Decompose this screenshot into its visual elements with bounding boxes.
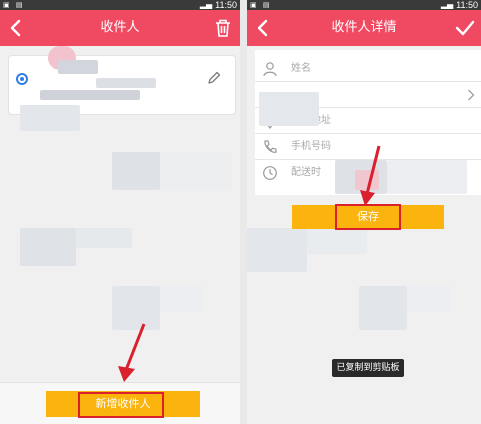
field-label: 手机号码 — [291, 141, 331, 152]
status-time: 11:50 — [215, 0, 237, 10]
mosaic-block — [387, 160, 467, 194]
page-title: 收件人 — [100, 20, 140, 35]
person-icon — [263, 62, 277, 77]
field-label: 配送时 — [291, 167, 321, 178]
mosaic-block — [112, 152, 160, 190]
mosaic-block — [160, 152, 232, 190]
recipient-detail-screen: ▣ ▤ ▂▄ 11:50 收件人详情 姓名 详细地址 手机号码 配送时 — [247, 0, 481, 424]
name-field[interactable]: 姓名 — [255, 56, 481, 82]
blurred-text — [96, 78, 156, 88]
phone-icon — [264, 140, 277, 153]
page-title: 收件人详情 — [331, 20, 397, 35]
mosaic-block — [160, 286, 204, 312]
status-bar: ▣ ▤ ▂▄ 11:50 — [247, 0, 481, 10]
clock-icon — [263, 166, 277, 180]
top-bar: 收件人 — [0, 10, 240, 46]
mosaic-block — [407, 286, 451, 312]
checkmark-icon[interactable] — [455, 19, 475, 37]
status-bar: ▣ ▤ ▂▄ 11:50 — [0, 0, 240, 10]
mosaic-block — [20, 105, 80, 131]
trash-icon[interactable] — [214, 18, 232, 38]
chevron-right-icon — [468, 89, 475, 101]
mosaic-block — [359, 286, 407, 330]
field-label: 姓名 — [291, 63, 311, 74]
save-button[interactable]: 保存 — [292, 205, 444, 229]
annotation-arrow — [360, 145, 381, 206]
recipient-list-screen: ▣ ▤ ▂▄ 11:50 收件人 新增收件人 — [0, 0, 240, 424]
add-recipient-button[interactable]: 新增收件人 — [46, 391, 200, 417]
mosaic-block — [20, 228, 76, 266]
default-address-radio[interactable] — [16, 73, 28, 85]
notification-icons: ▣ ▤ — [250, 1, 272, 9]
mosaic-block — [259, 92, 319, 126]
blurred-text — [58, 60, 98, 74]
mosaic-block — [307, 228, 367, 254]
status-time: 11:50 — [456, 0, 478, 10]
copied-toast: 已复制到剪贴板 — [332, 359, 404, 377]
signal-icon: ▂▄ — [199, 0, 213, 9]
mosaic-block — [247, 228, 307, 272]
annotation-arrow — [118, 323, 146, 382]
notification-icons: ▣ ▤ — [3, 1, 25, 9]
pencil-icon[interactable] — [206, 70, 222, 86]
blurred-text — [40, 90, 140, 100]
mosaic-block — [76, 228, 132, 248]
signal-icon: ▂▄ — [440, 0, 454, 9]
top-bar: 收件人详情 — [247, 10, 481, 46]
